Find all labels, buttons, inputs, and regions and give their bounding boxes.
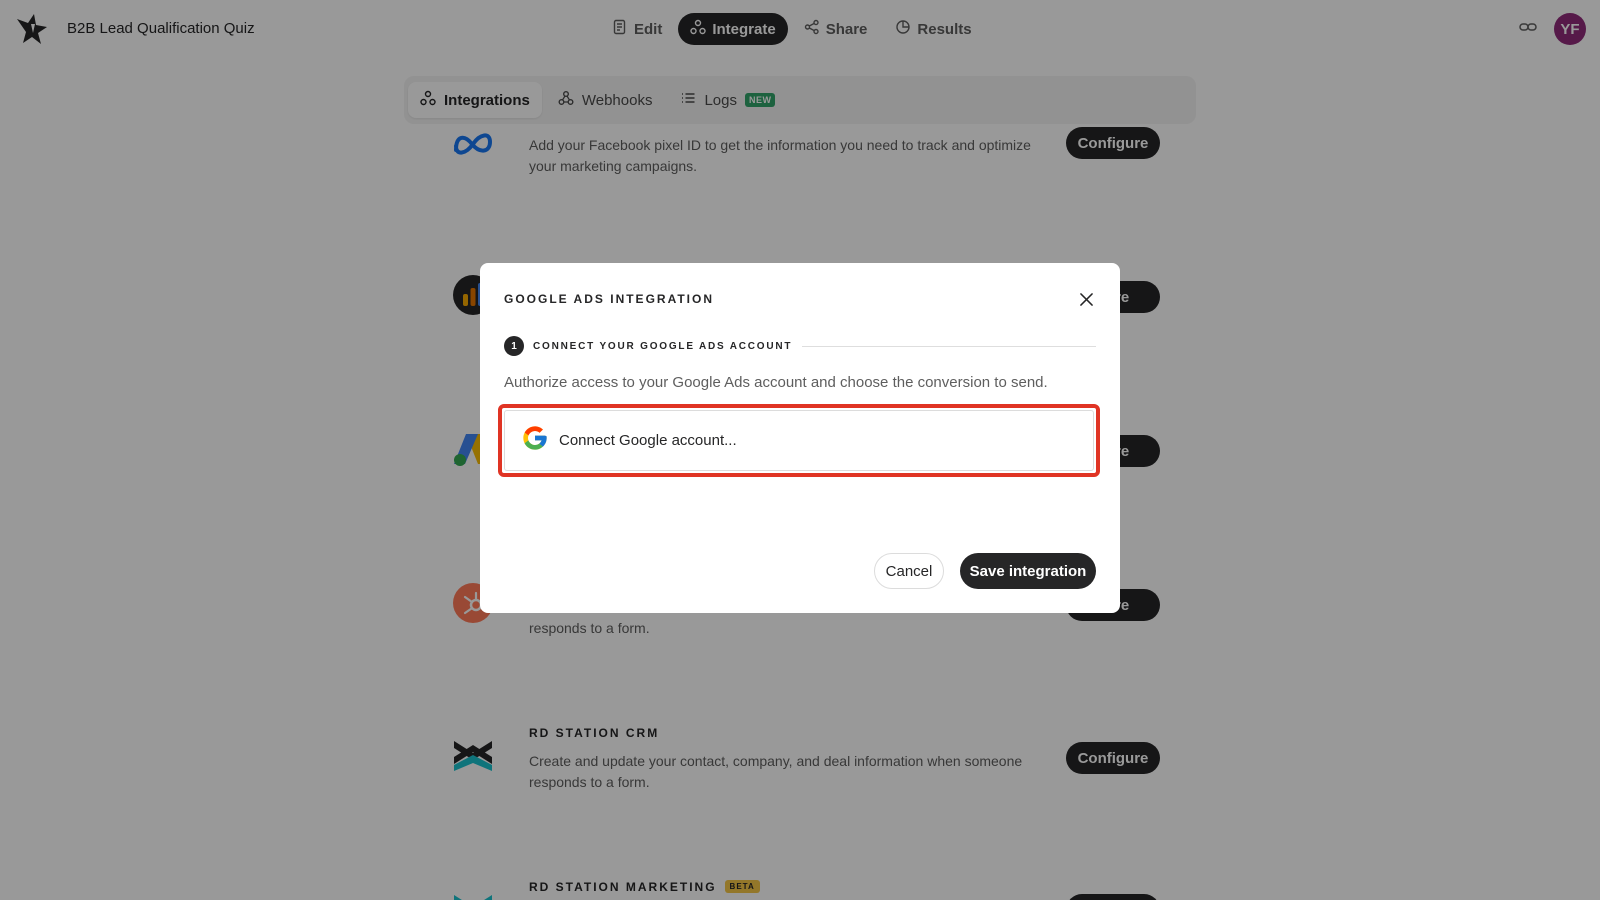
connect-google-inner[interactable]: Connect Google account... — [504, 410, 1094, 471]
close-icon[interactable] — [1076, 289, 1096, 309]
connect-google-label: Connect Google account... — [559, 432, 737, 449]
connect-google-button[interactable]: Connect Google account... — [498, 404, 1100, 477]
step-label: CONNECT YOUR GOOGLE ADS ACCOUNT — [533, 340, 793, 352]
step-header: 1 CONNECT YOUR GOOGLE ADS ACCOUNT — [504, 336, 1096, 356]
step-number: 1 — [504, 336, 524, 356]
cancel-button[interactable]: Cancel — [874, 553, 944, 589]
google-ads-modal: GOOGLE ADS INTEGRATION 1 CONNECT YOUR GO… — [480, 263, 1120, 613]
modal-title: GOOGLE ADS INTEGRATION — [504, 292, 715, 306]
step-divider — [802, 345, 1096, 347]
save-integration-button[interactable]: Save integration — [960, 553, 1096, 589]
google-icon — [521, 424, 549, 457]
modal-description: Authorize access to your Google Ads acco… — [504, 374, 1048, 391]
